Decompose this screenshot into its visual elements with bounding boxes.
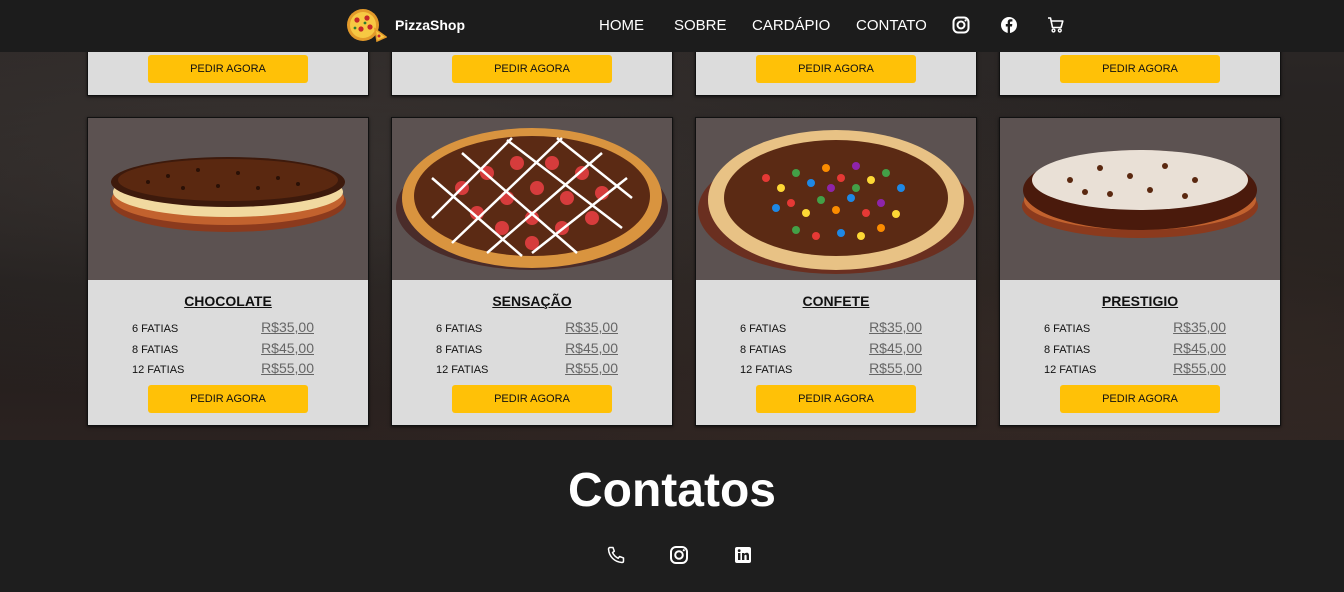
size-label: 8 FATIAS: [132, 344, 179, 356]
phone-icon[interactable]: [606, 545, 626, 565]
pizza-prestigio-image: [1022, 150, 1258, 238]
product-card-chocolate: CHOCOLATE 6 FATIAS R$35,00 8 FATIAS R$45…: [87, 117, 369, 426]
size-label: 12 FATIAS: [1044, 364, 1097, 376]
instagram-icon[interactable]: [669, 545, 689, 565]
order-button[interactable]: PEDIR AGORA: [452, 55, 612, 83]
order-button[interactable]: PEDIR AGORA: [148, 55, 308, 83]
product-image: [696, 118, 976, 280]
product-name: PRESTIGIO: [1101, 293, 1179, 309]
price-row: 12 FATIAS R$55,00: [436, 359, 626, 379]
contacts-title: Contatos: [568, 464, 776, 517]
price-row: 6 FATIAS R$35,00: [436, 318, 626, 338]
product-image: [1000, 118, 1280, 280]
price-value[interactable]: R$45,00: [869, 340, 922, 356]
product-card-sensacao: SENSAÇÃO 6 FATIAS R$35,00 8 FATIAS R$45,…: [391, 117, 673, 426]
price-value[interactable]: R$45,00: [565, 340, 618, 356]
nav-link-cardapio[interactable]: CARDÁPIO: [752, 17, 830, 34]
price-row: 8 FATIAS R$45,00: [436, 339, 626, 359]
nav-link-contato[interactable]: CONTATO: [856, 17, 927, 34]
price-value[interactable]: R$35,00: [1173, 319, 1226, 335]
product-name: CHOCOLATE: [184, 293, 272, 309]
price-value[interactable]: R$35,00: [869, 319, 922, 335]
price-row: 6 FATIAS R$35,00: [1044, 318, 1234, 338]
product-name: SENSAÇÃO: [492, 293, 572, 309]
order-button[interactable]: PEDIR AGORA: [756, 55, 916, 83]
price-value[interactable]: R$55,00: [1173, 360, 1226, 376]
size-label: 12 FATIAS: [132, 364, 185, 376]
order-button[interactable]: PEDIR AGORA: [452, 385, 612, 413]
brand-name: PizzaShop: [395, 17, 466, 33]
price-value[interactable]: R$35,00: [565, 319, 618, 335]
price-value[interactable]: R$55,00: [869, 360, 922, 376]
facebook-icon[interactable]: [1000, 16, 1018, 34]
size-label: 6 FATIAS: [132, 323, 179, 335]
pizza-logo-icon: [347, 9, 387, 43]
linkedin-icon[interactable]: [733, 545, 753, 565]
cart-icon[interactable]: [1047, 16, 1065, 34]
instagram-icon[interactable]: [952, 16, 970, 34]
size-label: 8 FATIAS: [436, 344, 483, 356]
price-row: 6 FATIAS R$35,00: [132, 318, 322, 338]
product-card-prestigio: PRESTIGIO 6 FATIAS R$35,00 8 FATIAS R$45…: [999, 117, 1281, 426]
pizza-confete-image: [698, 130, 974, 274]
product-image: [392, 118, 672, 280]
price-value[interactable]: R$45,00: [1173, 340, 1226, 356]
price-row: 8 FATIAS R$45,00: [132, 339, 322, 359]
nav-link-sobre[interactable]: SOBRE: [674, 17, 727, 34]
price-row: 12 FATIAS R$55,00: [740, 359, 930, 379]
navbar: PizzaShop HOME SOBRE CARDÁPIO CONTATO: [0, 0, 1344, 52]
order-button[interactable]: PEDIR AGORA: [1060, 55, 1220, 83]
price-row: 8 FATIAS R$45,00: [1044, 339, 1234, 359]
pizza-sensacao-image: [396, 128, 668, 270]
size-label: 12 FATIAS: [740, 364, 793, 376]
size-label: 6 FATIAS: [1044, 323, 1091, 335]
product-image: [88, 118, 368, 280]
pizza-chocolate-image: [110, 157, 346, 232]
size-label: 8 FATIAS: [1044, 344, 1091, 356]
order-button[interactable]: PEDIR AGORA: [756, 385, 916, 413]
price-value[interactable]: R$35,00: [261, 319, 314, 335]
nav-link-home[interactable]: HOME: [599, 17, 644, 34]
price-row: 12 FATIAS R$55,00: [1044, 359, 1234, 379]
size-label: 6 FATIAS: [740, 323, 787, 335]
brand[interactable]: PizzaShop: [343, 7, 465, 43]
price-row: 8 FATIAS R$45,00: [740, 339, 930, 359]
size-label: 8 FATIAS: [740, 344, 787, 356]
order-button[interactable]: PEDIR AGORA: [1060, 385, 1220, 413]
price-row: 6 FATIAS R$35,00: [740, 318, 930, 338]
product-card-confete: CONFETE 6 FATIAS R$35,00 8 FATIAS R$45,0…: [695, 117, 977, 426]
order-button[interactable]: PEDIR AGORA: [148, 385, 308, 413]
size-label: 6 FATIAS: [436, 323, 483, 335]
product-name: CONFETE: [802, 293, 870, 309]
price-row: 12 FATIAS R$55,00: [132, 359, 322, 379]
price-value[interactable]: R$55,00: [261, 360, 314, 376]
size-label: 12 FATIAS: [436, 364, 489, 376]
price-value[interactable]: R$45,00: [261, 340, 314, 356]
price-value[interactable]: R$55,00: [565, 360, 618, 376]
